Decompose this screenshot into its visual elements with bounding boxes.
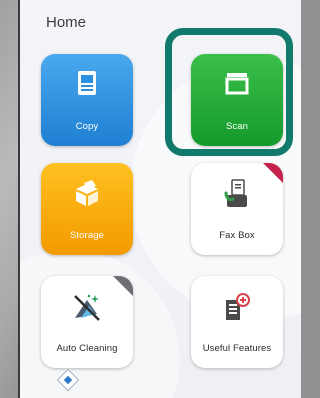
page-indicator-icon[interactable] [56, 368, 80, 392]
copy-button[interactable]: Copy [41, 54, 133, 146]
useful-features-label: Useful Features [202, 343, 272, 354]
auto-cleaning-label: Auto Cleaning [56, 343, 118, 354]
storage-label: Storage [70, 230, 104, 241]
useful-features-button[interactable]: Useful Features [191, 276, 283, 368]
fax-box-label: Fax Box [219, 230, 255, 241]
scan-button[interactable]: Scan [191, 54, 283, 146]
copy-label: Copy [75, 121, 99, 132]
fax-box-icon [224, 179, 247, 207]
scan-window-icon [225, 73, 249, 95]
scan-label: Scan [225, 121, 249, 132]
storage-box-icon [76, 180, 98, 206]
auto-cleaning-button[interactable]: Auto Cleaning [41, 276, 133, 368]
fax-box-button[interactable]: Fax Box [191, 163, 283, 255]
copy-document-icon [78, 71, 96, 95]
storage-button[interactable]: Storage [41, 163, 133, 255]
home-screen: Home Copy Scan Storage Fax Box Auto Clea… [18, 0, 301, 398]
auto-cleaning-icon [74, 294, 100, 321]
useful-features-icon [226, 293, 250, 320]
page-title: Home [46, 14, 87, 31]
